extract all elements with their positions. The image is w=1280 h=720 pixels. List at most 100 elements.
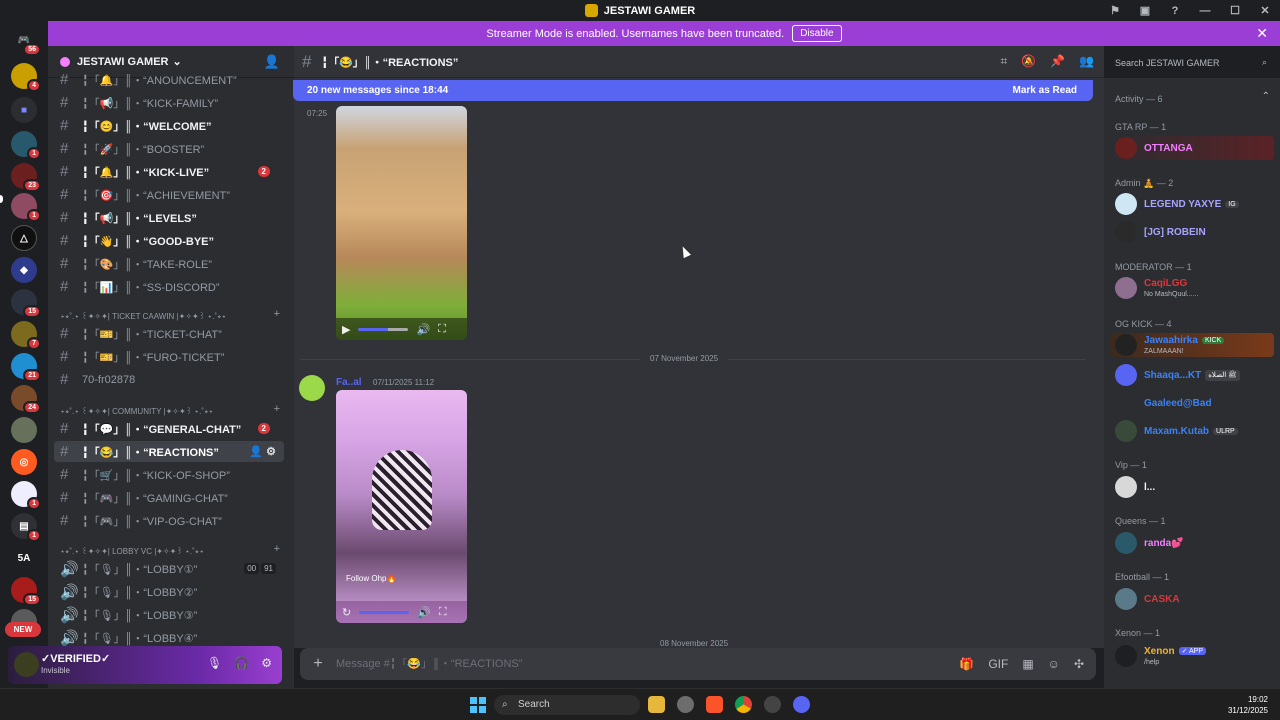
server-icon[interactable]: 1 xyxy=(11,193,41,222)
search-box[interactable]: Search JESTAWI GAMER ⌕ xyxy=(1110,52,1273,73)
video-attachment[interactable]: ▶ 🔊 ⛶ xyxy=(336,106,467,340)
settings-icon[interactable] xyxy=(677,696,694,713)
channel-item[interactable]: # ╏「🛒」║・“KICK-OF-SHOP” xyxy=(54,464,284,485)
server-icon[interactable]: 21 xyxy=(11,353,41,382)
member-item[interactable]: Shaaqa...KT ﷺ الصلاه xyxy=(1110,363,1274,387)
channel-item[interactable]: # ╏「😊」║・“WELCOME” xyxy=(54,115,284,136)
member-item[interactable]: Gaaleed@Bad xyxy=(1110,391,1274,415)
voice-channel-item[interactable]: 🔊 ╏「🎙」║・“LOBBY①” 00 91 xyxy=(54,558,284,579)
volume-icon[interactable]: 🔊 xyxy=(417,606,431,619)
channel-item-active[interactable]: # ╏「😂」║・“REACTIONS” 👤 ⚙ xyxy=(54,441,284,462)
server-icon[interactable]: 15 xyxy=(11,577,41,606)
video-attachment[interactable]: Follow Ohp🔥 ↻ 🔊 ⛶ xyxy=(336,390,467,623)
collapse-chevron-icon[interactable]: ⌃ xyxy=(1262,91,1270,102)
server-icon[interactable]: 23 xyxy=(11,163,41,192)
replay-icon[interactable]: ↻ xyxy=(342,606,351,619)
member-list-icon[interactable]: 👥 xyxy=(1079,54,1094,69)
voice-channel-item[interactable]: 🔊 ╏「🎙」║・“LOBBY③” xyxy=(54,604,284,625)
home-button[interactable]: 🎮 56 xyxy=(11,27,41,56)
settings-gear-icon[interactable]: ⚙ xyxy=(261,656,272,670)
add-channel-icon[interactable]: + xyxy=(274,405,280,415)
fullscreen-icon[interactable]: ⛶ xyxy=(438,323,446,336)
screen-icon[interactable]: ▣ xyxy=(1130,4,1160,17)
apps-icon[interactable]: ✣ xyxy=(1074,657,1084,671)
server-icon[interactable]: 7 xyxy=(11,321,41,350)
add-attachment-icon[interactable]: + xyxy=(306,655,330,673)
activity-header[interactable]: Activity — 6 xyxy=(1115,94,1163,104)
server-icon[interactable]: 24 xyxy=(11,385,41,414)
triangle-server-icon[interactable]: △ xyxy=(11,225,37,251)
channel-item[interactable]: # ╏「🎫」║・“FURO-TICKET” xyxy=(54,346,284,367)
channel-item[interactable]: # ╏「🎯」║・“ACHIEVEMENT” xyxy=(54,184,284,205)
fullscreen-icon[interactable]: ⛶ xyxy=(439,606,447,619)
gif-icon[interactable]: GIF xyxy=(988,657,1008,671)
maximize-button[interactable]: ☐ xyxy=(1220,4,1250,17)
brave-browser-icon[interactable] xyxy=(706,696,723,713)
add-channel-icon[interactable]: + xyxy=(274,310,280,320)
member-item[interactable]: Maxam.Kutab ULRP xyxy=(1110,419,1274,443)
member-item[interactable]: CaqiLGG No MashQuul...... xyxy=(1110,276,1274,300)
volume-icon[interactable]: 🔊 xyxy=(416,323,430,336)
windows-start-icon[interactable] xyxy=(470,697,486,713)
channel-item[interactable]: # ╏「🎮」║・“VIP-OG-CHAT” xyxy=(54,510,284,531)
emoji-icon[interactable]: ☺ xyxy=(1048,657,1060,671)
server-icon[interactable]: 1 xyxy=(11,131,41,160)
member-item[interactable]: l... xyxy=(1110,475,1274,499)
voice-channel-item[interactable]: 🔊 ╏「🎙」║・“LOBBY④” xyxy=(54,627,284,648)
channel-item[interactable]: # ╏「👋」║・“GOOD-BYE” xyxy=(54,230,284,251)
play-icon[interactable]: ▶ xyxy=(342,323,350,336)
disable-button[interactable]: Disable xyxy=(792,25,842,42)
close-window-button[interactable]: ✕ xyxy=(1250,4,1280,17)
minimize-button[interactable]: — xyxy=(1190,5,1220,17)
channel-item[interactable]: # ╏「🚀」║・“BOOSTER” xyxy=(54,138,284,159)
server-icon[interactable]: ◆ xyxy=(11,257,37,283)
message-author[interactable]: Fa..al xyxy=(336,377,362,388)
server-text-icon[interactable]: 5A xyxy=(11,545,37,571)
channel-item[interactable]: # ╏「🔔」║・“KICK-LIVE” 2 xyxy=(54,161,284,182)
member-item[interactable]: randa💕 xyxy=(1110,531,1274,555)
category-community[interactable]: ⋆⭒˚.⋆ ꒰✦✧✦| COMMUNITY |✦✧✦꒱ ⋆.˚⭒⋆ + xyxy=(60,405,284,419)
server-icon[interactable]: 4 xyxy=(11,63,41,92)
app-icon[interactable] xyxy=(764,696,781,713)
file-explorer-icon[interactable] xyxy=(648,696,665,713)
taskbar-search[interactable]: ⌕ Search xyxy=(494,695,640,715)
help-icon[interactable]: ? xyxy=(1160,5,1190,17)
gear-icon[interactable]: 👤 ⚙ xyxy=(249,445,276,458)
voice-channel-item[interactable]: 🔊 ╏「🎙」║・“LOBBY②” xyxy=(54,581,284,602)
avatar[interactable] xyxy=(299,375,325,401)
server-icon[interactable]: 1 xyxy=(11,481,41,510)
mark-as-read-button[interactable]: Mark as Read xyxy=(1013,85,1077,96)
channel-item[interactable]: # ╏「📢」║・“KICK-FAMILY” xyxy=(54,92,284,113)
add-member-icon[interactable]: 👤 xyxy=(264,54,280,70)
server-icon[interactable]: ◎ xyxy=(11,449,37,475)
member-item[interactable]: CASKA xyxy=(1110,587,1274,611)
system-clock[interactable]: 19:02 31/12/2025 xyxy=(1228,694,1268,716)
member-item[interactable]: Xenon ✓ APP/help xyxy=(1110,644,1274,668)
channel-item[interactable]: # ╏「📊」║・“SS-DISCORD” xyxy=(54,276,284,297)
channel-item[interactable]: # ╏「🔔」║・“ANOUNCEMENT” xyxy=(54,69,284,90)
microphone-icon[interactable]: 🎙 xyxy=(207,656,222,670)
threads-icon[interactable]: ⌗ xyxy=(1000,54,1007,69)
server-icon[interactable]: 15 xyxy=(11,289,41,318)
discord-taskbar-icon[interactable] xyxy=(793,696,810,713)
server-icon[interactable] xyxy=(11,417,37,443)
video-progress-bar[interactable] xyxy=(358,327,409,331)
avatar[interactable] xyxy=(14,652,39,677)
bus-server-icon[interactable]: ▤ 1 xyxy=(11,513,41,542)
pin-icon[interactable]: 📌 xyxy=(1050,54,1065,69)
channel-item[interactable]: # ╏「🎮」║・“GAMING-CHAT” xyxy=(54,487,284,508)
member-item[interactable]: OTTANGA xyxy=(1110,136,1274,160)
inbox-icon[interactable]: ⚑ xyxy=(1100,4,1130,17)
category-ticket[interactable]: ⋆⭒˚.⋆ ꒰✦✧✦| TICKET CAAWIN |✦✧✦꒱ ⋆.˚⭒⋆ + xyxy=(60,310,284,324)
headphones-icon[interactable]: 🎧 xyxy=(234,656,249,670)
gift-icon[interactable]: 🎁 xyxy=(959,657,974,671)
close-banner-icon[interactable]: ✕ xyxy=(1256,25,1268,42)
notification-bell-icon[interactable]: 🔕 xyxy=(1021,54,1036,69)
video-progress-bar[interactable] xyxy=(359,610,410,614)
sticker-icon[interactable]: ▦ xyxy=(1022,657,1033,671)
channel-item[interactable]: #70-fr02878 xyxy=(54,369,284,390)
message-input[interactable] xyxy=(336,658,936,670)
member-item[interactable]: [JG] ROBEIN xyxy=(1110,220,1274,244)
folder-icon[interactable]: ■ xyxy=(11,97,37,123)
member-item[interactable]: LEGEND YAXYE IG xyxy=(1110,192,1274,216)
